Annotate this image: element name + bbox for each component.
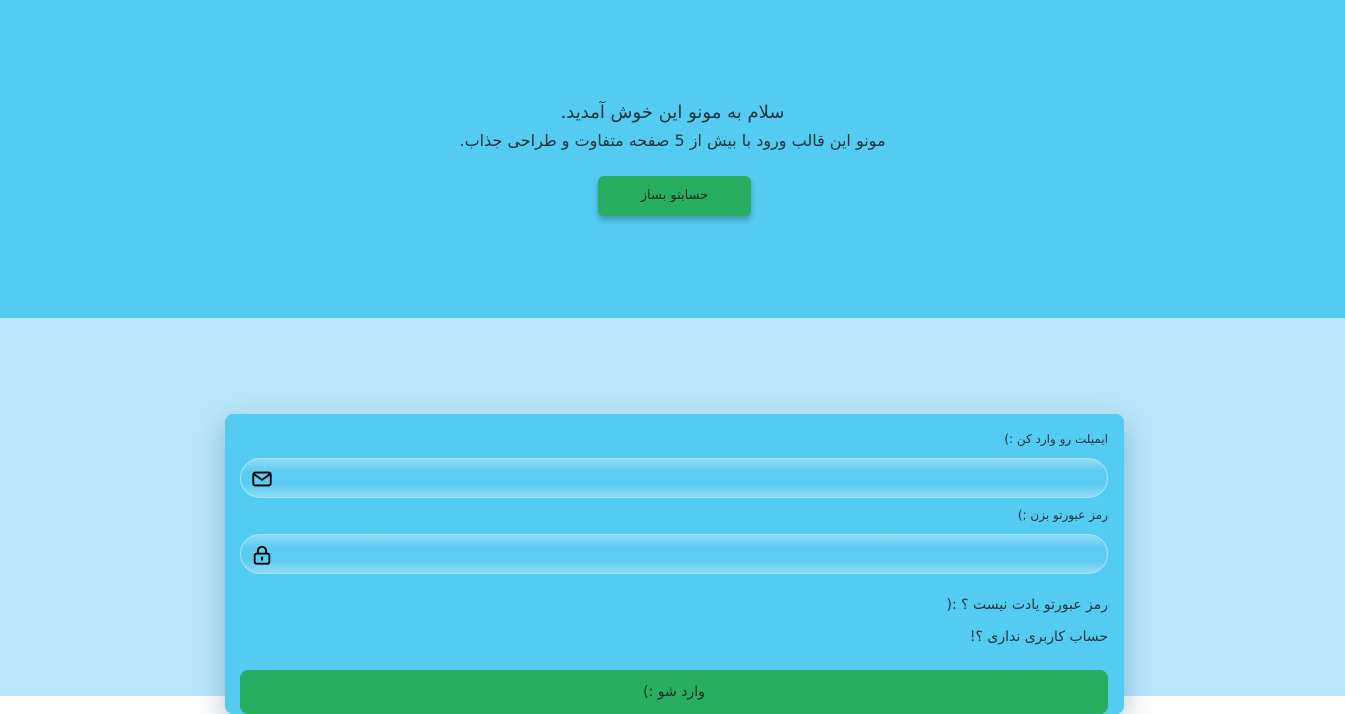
password-field-wrapper [240, 534, 1108, 575]
envelope-icon [252, 471, 272, 487]
login-card: ایمیلت رو وارد کن :) رمز عبورتو بزن ;) ر… [225, 414, 1124, 714]
signup-link[interactable]: حساب کاربری نداری ؟! [970, 629, 1108, 645]
login-submit-button[interactable]: وارد شو :) [240, 670, 1108, 714]
hero-section: سلام به مونو این خوش آمدید. مونو این قال… [0, 0, 1345, 318]
lock-icon [253, 545, 271, 565]
password-label: رمز عبورتو بزن ;) [1017, 508, 1108, 522]
email-field-wrapper [240, 458, 1108, 499]
password-input[interactable] [285, 535, 1099, 575]
create-account-button[interactable]: حسابتو بساز [598, 176, 751, 216]
hero-title: سلام به مونو این خوش آمدید. [560, 102, 785, 123]
email-input[interactable] [285, 459, 1099, 499]
email-label: ایمیلت رو وارد کن :) [1004, 432, 1108, 446]
hero-subtitle: مونو این قالب ورود با بیش از 5 صفحه متفا… [459, 131, 886, 150]
forgot-password-link[interactable]: رمز عبورتو یادت نیست ؟ :( [947, 597, 1108, 613]
